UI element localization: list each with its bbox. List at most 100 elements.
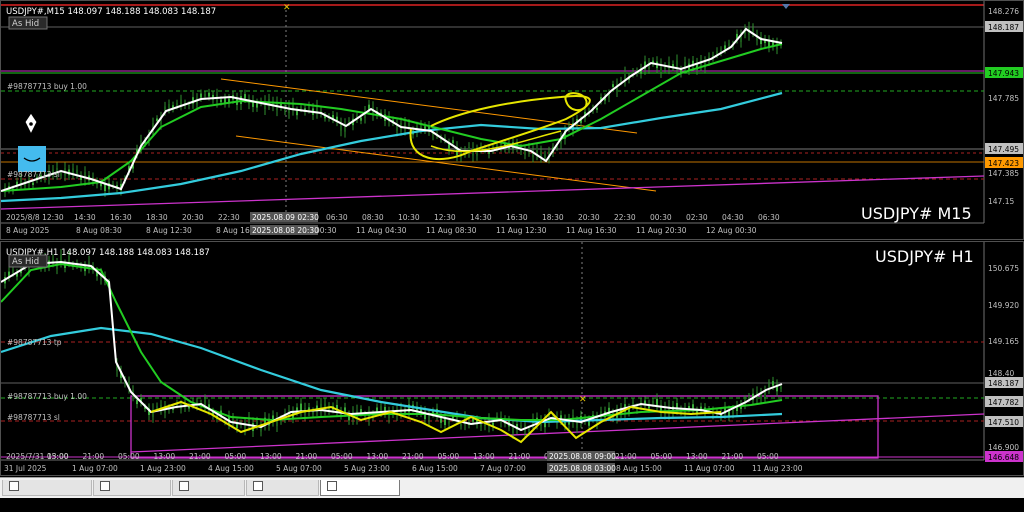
m15-fast-ma <box>1 27 783 192</box>
m15-symbol-label: USDJPY# M15 <box>861 204 972 223</box>
candle-body <box>220 99 222 103</box>
h1-order-tp-label: #98787713 tp <box>7 338 62 347</box>
chart-window-h1[interactable]: ✕ USDJPY#,H1 148.097 148.188 148.083 148… <box>0 241 1024 476</box>
candle-body <box>444 418 446 426</box>
m15-magenta-trendline <box>1 175 985 210</box>
price-tick-label: 146.900 <box>988 443 1019 452</box>
date-tick-label: 8 Aug 08:30 <box>76 226 122 235</box>
candle-body <box>308 105 310 110</box>
candle-body <box>296 110 298 116</box>
price-tick-label: 148.187 <box>988 23 1019 32</box>
tab-daily[interactable]: USDJPY#,Daily <box>93 480 173 509</box>
time-tick-label: 02:30 <box>686 213 708 222</box>
h1-time-axis: 13:00 21:00 05:00 13:00 21:00 05:00 13:00 21:00… <box>4 452 803 473</box>
price-tick-label: 147.782 <box>988 398 1019 407</box>
h1-hide-button-label: As Hid <box>12 257 39 267</box>
time-tick-label: 21:00 <box>296 452 318 461</box>
candle-body <box>244 94 246 99</box>
chart-tab-bar: USDJPY#,Weekly USDJPY#,Daily USDJPY#,H4 … <box>0 477 1024 509</box>
candle-body <box>84 172 86 180</box>
price-tick-label: 149.165 <box>988 337 1019 346</box>
h1-crosshair-time-bottom: 2025.08.08 03:00 <box>549 464 616 473</box>
candle-body <box>524 150 526 155</box>
time-tick-label: 22:30 <box>218 213 240 222</box>
chart-window-m15[interactable]: ✕ USDJPY#,M15 148.097 148.188 148.083 14… <box>0 0 1024 240</box>
date-tick-label: 11 Aug 16:30 <box>566 226 617 235</box>
m15-crosshair-time-top: 2025.08.09 02:30 <box>252 213 319 222</box>
time-tick-label: 18:30 <box>146 213 168 222</box>
candle-body <box>208 92 210 97</box>
candle-body <box>732 409 734 414</box>
candle-body <box>200 93 202 98</box>
tab-weekly[interactable]: USDJPY#,Weekly <box>2 480 93 509</box>
h1-price-axis: 150.675 149.920 149.165 148.40148.187 147.78… <box>985 264 1023 462</box>
time-tick-label: 08:30 <box>362 213 384 222</box>
candle-body <box>60 173 62 176</box>
tab-m15[interactable]: USDJPY#,M15 <box>320 480 400 509</box>
chart-tab-icon <box>100 481 110 491</box>
date-tick-label: 1 Aug 23:00 <box>140 464 186 473</box>
candle-body <box>12 269 14 273</box>
candle-body <box>448 421 450 424</box>
candle-body <box>676 60 678 69</box>
candle-body <box>772 381 774 386</box>
tab-label: USDJPY#,Daily <box>100 498 174 509</box>
time-tick-label: 22:30 <box>614 213 636 222</box>
m15-candles <box>4 21 782 198</box>
m15-shift-marker[interactable] <box>782 4 790 9</box>
m15-chart-canvas[interactable]: ✕ USDJPY#,M15 148.097 148.188 148.083 14… <box>1 1 1024 241</box>
h1-order-buy-label: #98787713 buy 1.00 <box>7 392 87 401</box>
time-tick-label: 13:00 <box>367 452 389 461</box>
h1-chart-canvas[interactable]: ✕ USDJPY#,H1 148.097 148.188 148.083 148… <box>1 242 1024 477</box>
candle-body <box>204 399 206 406</box>
tab-label: USDJPY#,H1 <box>253 498 315 509</box>
m15-price-axis: 148.276 148.187 147.943 147.785 147.495 147.4… <box>985 7 1023 206</box>
time-tick-label: 20:30 <box>578 213 600 222</box>
candle-body <box>176 103 178 106</box>
m15-crosshair-time-bottom: 2025.08.08 20:30 <box>252 226 319 235</box>
m15-order-sl-label: #98787713 sl <box>7 170 60 179</box>
time-tick-label: 06:30 <box>326 213 348 222</box>
candle-body <box>300 106 302 109</box>
candle-body <box>544 154 546 159</box>
time-tick-label: 05:00 <box>331 452 353 461</box>
m15-time-axis: 14:30 16:30 18:30 20:30 22:30 00:30 04:30 06:30… <box>6 213 780 235</box>
candle-body <box>656 398 658 406</box>
date-tick-label: 11 Aug 12:30 <box>496 226 547 235</box>
time-tick-label: 13:00 <box>260 452 282 461</box>
chart-tab-icon <box>327 481 337 491</box>
tab-h4[interactable]: USDJPY#,H4 <box>172 480 245 509</box>
h1-order-sl-label: #98787713 sl <box>7 413 60 422</box>
candle-body <box>88 261 90 269</box>
candle-body <box>652 400 654 404</box>
time-tick-label: 04:30 <box>722 213 744 222</box>
candle-body <box>780 386 782 389</box>
candle-body <box>360 409 362 413</box>
chart-tab-icon <box>179 481 189 491</box>
candle-body <box>752 27 754 33</box>
tab-label: USDJPY#,Weekly <box>9 498 93 509</box>
candle-body <box>360 117 362 121</box>
candle-body <box>596 107 598 110</box>
time-tick-label: 21:00 <box>189 452 211 461</box>
candle-body <box>300 403 302 412</box>
candle-body <box>136 399 138 405</box>
time-tick-label: 21:00 <box>615 452 637 461</box>
date-tick-label: 5 Aug 07:00 <box>276 464 322 473</box>
candle-body <box>620 79 622 83</box>
time-tick-label: 05:00 <box>757 452 779 461</box>
time-tick-label: 21:00 <box>402 452 424 461</box>
candle-body <box>156 405 158 409</box>
candle-body <box>472 418 474 422</box>
price-tick-label: 147.943 <box>988 69 1019 78</box>
price-tick-label: 147.510 <box>988 418 1019 427</box>
tab-h1[interactable]: USDJPY#,H1 <box>246 480 319 509</box>
candle-body <box>156 118 158 122</box>
m15-channel-lower <box>235 135 657 192</box>
candle-body <box>452 140 454 144</box>
time-tick-label: 05:00 <box>225 452 247 461</box>
time-tick-label: 10:30 <box>398 213 420 222</box>
m15-expert-icon[interactable] <box>18 112 46 172</box>
price-tick-label: 149.920 <box>988 301 1019 310</box>
candle-body <box>460 423 462 427</box>
